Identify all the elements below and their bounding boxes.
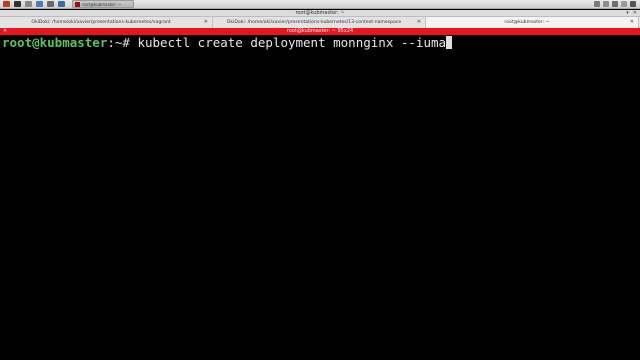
tab-bar: OkiDoki: /home/oki/xavier/presentations-… xyxy=(0,17,640,28)
tab-close-icon[interactable]: ✕ xyxy=(630,17,634,28)
terminal-area[interactable]: root@kubmaster:~# kubectl create deploym… xyxy=(0,35,640,360)
system-tray xyxy=(594,1,636,7)
app-menu-button[interactable] xyxy=(2,1,11,8)
terminal-task-icon xyxy=(75,1,80,7)
terminal-line: root@kubmaster:~# kubectl create deploym… xyxy=(2,35,453,50)
prompt-path: :~# xyxy=(107,35,138,50)
taskbar-item[interactable]: root@kubmaster: ~ xyxy=(72,0,134,8)
window-close-button[interactable]: ✕ xyxy=(633,11,637,16)
window-menu-button[interactable]: ▾ xyxy=(626,11,629,16)
clock-icon[interactable] xyxy=(621,1,627,7)
volume-icon[interactable] xyxy=(603,1,609,7)
tab-kubmaster[interactable]: root@kubmaster: ~ ✕ xyxy=(426,17,639,28)
launcher-mail[interactable] xyxy=(57,1,66,8)
network-icon[interactable] xyxy=(594,1,600,7)
terminal-geometry-bar: ✕ root@kubmaster: ~ 95x24 xyxy=(0,28,640,35)
tab-close-icon[interactable]: ✕ xyxy=(204,17,208,28)
folder-icon xyxy=(25,1,32,7)
terminal-icon xyxy=(14,1,21,7)
browser-icon xyxy=(36,1,43,7)
launcher-files[interactable] xyxy=(24,1,33,8)
tab-vagrant[interactable]: OkiDoki: /home/oki/xavier/presentations-… xyxy=(0,17,213,28)
editor-icon xyxy=(47,1,54,7)
tab-label: root@kubmaster: ~ xyxy=(504,20,550,25)
launcher-browser[interactable] xyxy=(35,1,44,8)
command-text: kubectl create deployment monnginx --ium… xyxy=(137,35,447,50)
tab-close-icon[interactable]: ✕ xyxy=(417,17,421,28)
launcher-terminal[interactable] xyxy=(13,1,22,8)
top-panel: root@kubmaster: ~ xyxy=(0,0,640,9)
terminal-geometry-label: root@kubmaster: ~ 95x24 xyxy=(286,28,354,34)
menu-icon xyxy=(3,1,10,7)
tab-context-namespace[interactable]: OkiDoki: /home/oki/xavier/presentations-… xyxy=(213,17,426,28)
taskbar-item-label: root@kubmaster: ~ xyxy=(82,1,122,7)
text-cursor xyxy=(446,36,453,49)
mail-icon xyxy=(58,1,65,7)
power-icon[interactable] xyxy=(630,1,636,7)
tab-label: OkiDoki: /home/oki/xavier/presentations-… xyxy=(226,20,402,25)
window-titlebar[interactable]: root@kubmaster: ~ ▾ ✕ xyxy=(0,10,640,17)
launcher-editor[interactable] xyxy=(46,1,55,8)
prompt-user-host: root@kubmaster xyxy=(2,35,108,50)
window-title: root@kubmaster: ~ xyxy=(295,10,345,16)
battery-icon[interactable] xyxy=(612,1,618,7)
tab-label: OkiDoki: /home/oki/xavier/presentations-… xyxy=(31,20,171,25)
